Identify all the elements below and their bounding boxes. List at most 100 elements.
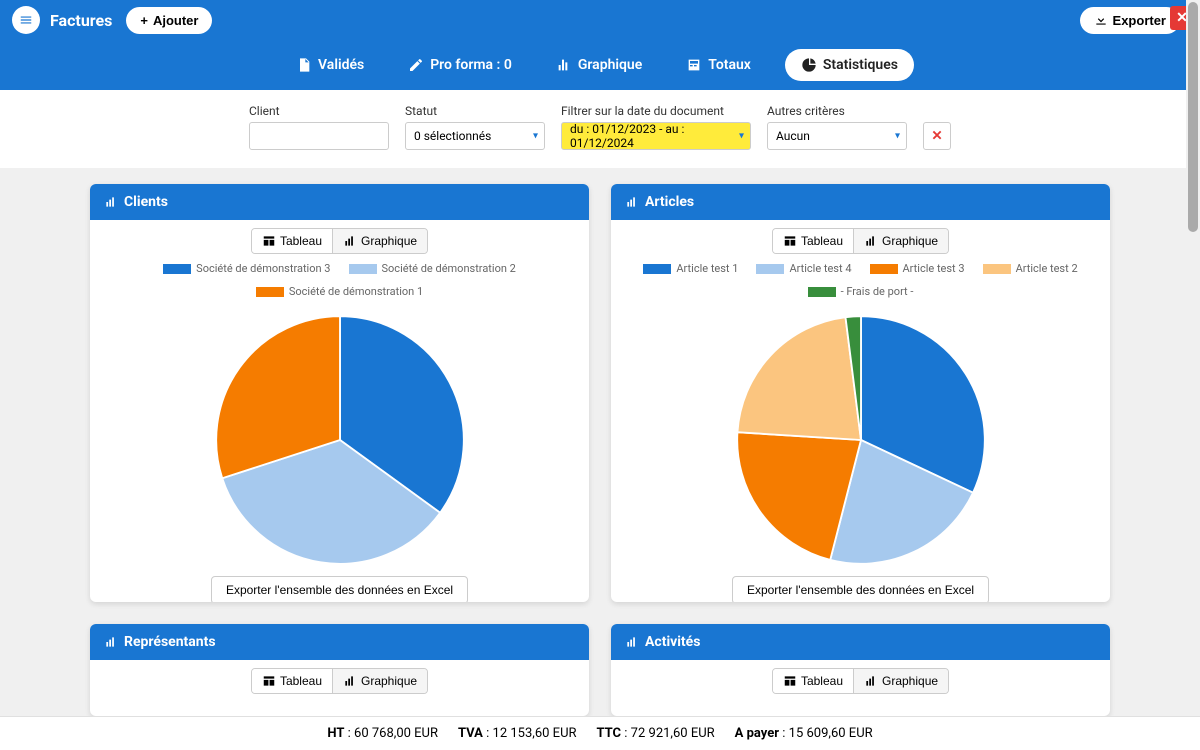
card-clients: Clients Tableau Graphique Société de dém… [90, 184, 589, 602]
table-icon [262, 674, 276, 688]
card-clients-title: Clients [124, 194, 168, 210]
chart-icon [864, 234, 878, 248]
legend-label: Article test 1 [676, 262, 738, 275]
card-activites-title: Activités [645, 634, 700, 650]
articles-tableau-button[interactable]: Tableau [773, 229, 854, 253]
table-icon [262, 234, 276, 248]
legend-item[interactable]: Article test 1 [643, 262, 738, 275]
card-activites: Activités Tableau Graphique [611, 624, 1110, 716]
legend-item[interactable]: Article test 3 [870, 262, 965, 275]
clients-tableau-button[interactable]: Tableau [252, 229, 333, 253]
clients-graphique-button[interactable]: Graphique [333, 229, 427, 253]
legend-swatch [643, 264, 671, 274]
footer-apayer-label: A payer [735, 726, 779, 741]
filter-autres-label: Autres critères [767, 104, 907, 118]
page-title: Factures [50, 11, 112, 30]
chart-icon [864, 674, 878, 688]
tab-graphique[interactable]: Graphique [546, 51, 652, 79]
document-icon [296, 57, 312, 73]
stats-icon [625, 635, 639, 649]
stats-icon [625, 195, 639, 209]
legend-swatch [163, 264, 191, 274]
footer-ttc-label: TTC [597, 726, 622, 741]
topbar: Factures + Ajouter Exporter ✕ Validés Pr… [0, 0, 1200, 90]
footer-totals: HT : 60 768,00 EUR TVA : 12 153,60 EUR T… [0, 716, 1200, 750]
legend-swatch [983, 264, 1011, 274]
date-filter[interactable]: du : 01/12/2023 - au : 01/12/2024 [561, 122, 751, 150]
articles-legend: Article test 1 Article test 4 Article test… [641, 262, 1081, 298]
activites-tableau-button[interactable]: Tableau [773, 669, 854, 693]
autres-value: Aucun [776, 129, 810, 143]
pie-chart-icon [801, 57, 817, 73]
table-icon [783, 674, 797, 688]
activites-graphique-button[interactable]: Graphique [854, 669, 948, 693]
clear-filters-button[interactable]: ✕ [923, 122, 951, 150]
add-button[interactable]: + Ajouter [126, 7, 212, 34]
legend-label: Article test 2 [1016, 262, 1078, 275]
legend-item[interactable]: Article test 2 [983, 262, 1078, 275]
footer-tva-value: 12 153,60 EUR [493, 726, 577, 741]
scrollbar-thumb[interactable] [1188, 2, 1198, 232]
legend-label: Société de démonstration 2 [382, 262, 516, 275]
client-input[interactable] [249, 122, 389, 150]
bar-chart-icon [556, 57, 572, 73]
footer-apayer-value: 15 609,60 EUR [789, 726, 873, 741]
legend-label: Société de démonstration 3 [196, 262, 330, 275]
calculator-icon [686, 57, 702, 73]
filter-client-label: Client [249, 104, 389, 118]
plus-icon: + [140, 13, 148, 28]
clients-export-button[interactable]: Exporter l'ensemble des données en Excel [211, 576, 468, 602]
legend-swatch [808, 287, 836, 297]
card-articles: Articles Tableau Graphique Article test … [611, 184, 1110, 602]
articles-graphique-button[interactable]: Graphique [854, 229, 948, 253]
content-area: Clients Tableau Graphique Société de dém… [0, 168, 1200, 716]
legend-label: Société de démonstration 1 [289, 285, 423, 298]
activites-view-toggle: Tableau Graphique [772, 668, 949, 694]
tab-proforma[interactable]: Pro forma : 0 [398, 51, 522, 79]
export-button[interactable]: Exporter [1080, 7, 1180, 34]
chart-icon [343, 234, 357, 248]
chart-icon [343, 674, 357, 688]
statut-value: 0 sélectionnés [414, 129, 491, 143]
export-button-label: Exporter [1113, 13, 1166, 28]
footer-ht-label: HT [327, 726, 344, 741]
legend-item[interactable]: Société de démonstration 3 [163, 262, 330, 275]
legend-label: - Frais de port - [841, 285, 914, 298]
legend-item[interactable]: Article test 4 [756, 262, 851, 275]
legend-item[interactable]: Société de démonstration 1 [256, 285, 423, 298]
stats-icon [104, 195, 118, 209]
date-value: du : 01/12/2023 - au : 01/12/2024 [570, 122, 728, 150]
tab-statistiques[interactable]: Statistiques [785, 49, 914, 81]
autres-select[interactable]: Aucun [767, 122, 907, 150]
legend-swatch [870, 264, 898, 274]
tab-bar: Validés Pro forma : 0 Graphique Totaux S… [0, 40, 1200, 90]
legend-item[interactable]: Société de démonstration 2 [349, 262, 516, 275]
tab-valides[interactable]: Validés [286, 51, 374, 79]
legend-swatch [756, 264, 784, 274]
menu-button[interactable] [12, 6, 40, 34]
legend-item[interactable]: - Frais de port - [808, 285, 914, 298]
footer-ttc-value: 72 921,60 EUR [631, 726, 715, 741]
scrollbar[interactable] [1186, 0, 1200, 716]
articles-view-toggle: Tableau Graphique [772, 228, 949, 254]
representants-graphique-button[interactable]: Graphique [333, 669, 427, 693]
statut-select[interactable]: 0 sélectionnés [405, 122, 545, 150]
footer-tva-label: TVA [458, 726, 483, 741]
tab-graphique-label: Graphique [578, 57, 642, 73]
representants-tableau-button[interactable]: Tableau [252, 669, 333, 693]
tab-valides-label: Validés [318, 57, 364, 73]
articles-export-button[interactable]: Exporter l'ensemble des données en Excel [732, 576, 989, 602]
close-icon: ✕ [931, 128, 942, 144]
legend-swatch [256, 287, 284, 297]
tab-proforma-label: Pro forma : 0 [430, 57, 512, 73]
add-button-label: Ajouter [153, 13, 199, 28]
filter-statut-label: Statut [405, 104, 545, 118]
tab-totaux[interactable]: Totaux [676, 51, 761, 79]
tab-totaux-label: Totaux [708, 57, 751, 73]
articles-pie-chart [731, 310, 991, 570]
filter-date-label: Filtrer sur la date du document [561, 104, 751, 118]
tab-statistiques-label: Statistiques [823, 57, 898, 73]
legend-label: Article test 4 [789, 262, 851, 275]
legend-label: Article test 3 [903, 262, 965, 275]
table-icon [783, 234, 797, 248]
